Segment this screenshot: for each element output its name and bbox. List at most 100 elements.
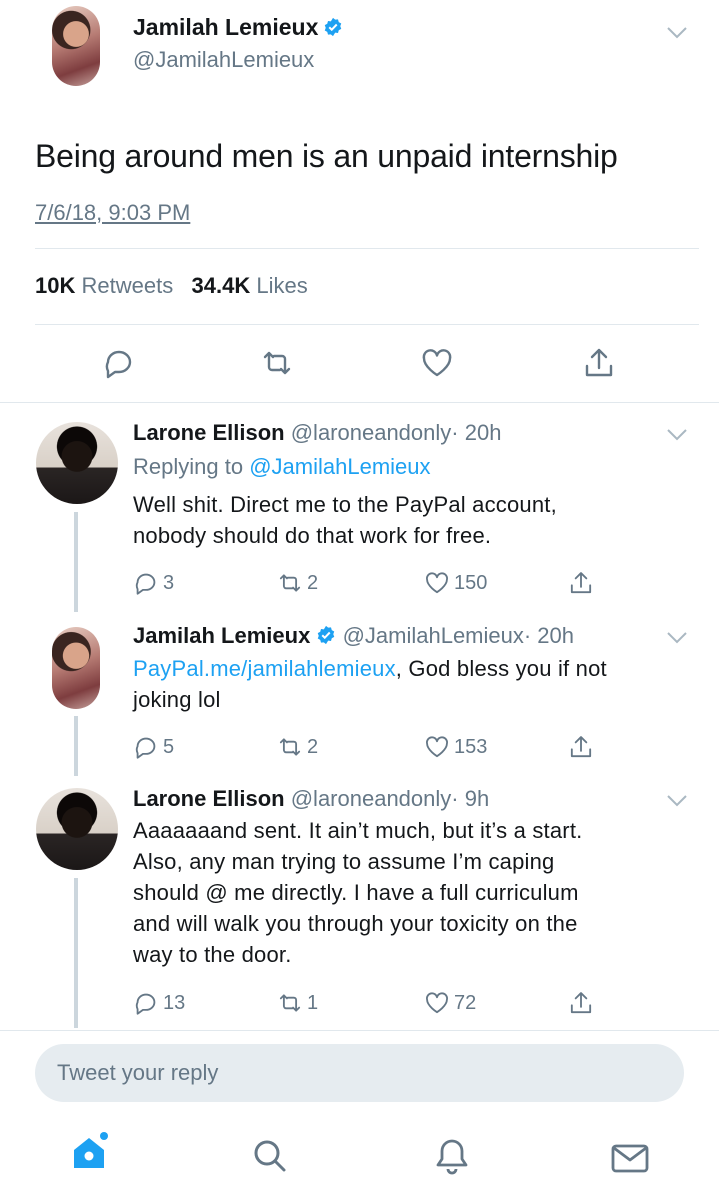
reply-text-line: nobody should do that work for free. [133, 523, 492, 548]
reply-author-avatar[interactable] [52, 627, 100, 709]
retweet-button[interactable]: 2 [277, 570, 318, 596]
reply-icon [135, 737, 156, 759]
retweet-button[interactable]: 1 [277, 990, 318, 1016]
replying-to: Replying to @JamilahLemieux [133, 454, 431, 480]
retweet-icon[interactable] [260, 346, 294, 380]
like-button[interactable]: 150 [424, 570, 487, 596]
chevron-down-icon[interactable] [666, 26, 688, 40]
like-icon[interactable] [420, 346, 454, 380]
home-icon[interactable] [70, 1132, 110, 1172]
share-icon [570, 992, 592, 1014]
reply-header: Larone Ellison @laroneandonly· 20h [133, 420, 501, 446]
reply-text-line: should @ me directly. I have a full curr… [133, 880, 579, 905]
reply-text: Well shit. Direct me to the PayPal accou… [133, 489, 693, 551]
reply-placeholder: Tweet your reply [57, 1060, 219, 1085]
likes-label: Likes [256, 273, 308, 298]
tweet-reply-input[interactable]: Tweet your reply [35, 1044, 684, 1102]
reply-text-line: PayPal.me/jamilahlemieux, God bless you … [133, 653, 693, 684]
reply-text-line: way to the door. [133, 942, 292, 967]
tweet-text: Being around men is an unpaid internship [35, 138, 618, 174]
like-count: 153 [454, 735, 488, 758]
like-icon [426, 572, 448, 594]
retweets-label: Retweets [81, 273, 174, 298]
retweet-button[interactable]: 2 [277, 734, 318, 760]
likes-count: 34.4K [191, 273, 251, 298]
reply-button[interactable]: 5 [133, 734, 174, 760]
retweet-count: 2 [307, 735, 319, 758]
reply-icon [135, 573, 156, 595]
reply-author-handle[interactable]: @JamilahLemieux [343, 623, 524, 648]
reply-text: PayPal.me/jamilahlemieux, God bless you … [133, 653, 693, 715]
divider [35, 248, 699, 249]
thread-line [74, 716, 78, 776]
thread-line [74, 512, 78, 612]
reply-author-handle[interactable]: @laroneandonly [291, 420, 452, 445]
reply-icon[interactable] [102, 346, 136, 380]
retweet-icon [279, 994, 301, 1012]
like-button[interactable]: 153 [424, 734, 487, 760]
main-author-handle[interactable]: @JamilahLemieux [133, 47, 314, 73]
reply-text-line: Aaaaaaand sent. It ain’t much, but it’s … [133, 818, 583, 843]
share-button[interactable] [568, 570, 594, 596]
reply-author-handle[interactable]: @laroneandonly [291, 786, 452, 811]
reply-header: Jamilah Lemieux @JamilahLemieux· 20h [133, 623, 574, 649]
reply-text-line: Well shit. Direct me to the PayPal accou… [133, 492, 557, 517]
tweet-timestamp[interactable]: 7/6/18, 9:03 PM [35, 200, 190, 226]
reply-text-line: Also, any man trying to assume I’m capin… [133, 849, 555, 874]
notifications-icon[interactable] [432, 1136, 472, 1176]
replying-prefix: Replying to [133, 454, 244, 479]
like-count: 150 [454, 571, 488, 594]
thread-line [74, 878, 78, 1028]
author-avatar[interactable] [52, 6, 100, 86]
share-button[interactable] [568, 990, 594, 1016]
retweet-icon [279, 738, 301, 756]
reply-author-name[interactable]: Larone Ellison [133, 420, 285, 445]
verified-badge-icon [324, 17, 342, 37]
divider [35, 324, 699, 325]
search-icon[interactable] [250, 1136, 290, 1176]
reply-icon [135, 993, 156, 1015]
chevron-down-icon[interactable] [666, 428, 688, 442]
retweet-icon [279, 574, 301, 592]
reply-count: 13 [163, 991, 186, 1014]
reply-count: 3 [163, 571, 175, 594]
reply-button[interactable]: 3 [133, 570, 174, 596]
share-icon [570, 572, 592, 594]
main-author-row: Jamilah Lemieux [133, 14, 343, 41]
share-icon [570, 736, 592, 758]
like-button[interactable]: 72 [424, 990, 476, 1016]
reply-author-name[interactable]: Jamilah Lemieux [133, 623, 310, 648]
reply-author-avatar[interactable] [36, 788, 118, 870]
retweet-count: 2 [307, 571, 319, 594]
like-count: 72 [454, 991, 477, 1014]
chevron-down-icon[interactable] [666, 631, 688, 645]
retweets-count: 10K [35, 273, 76, 298]
paypal-link[interactable]: PayPal.me/jamilahlemieux [133, 656, 396, 681]
likes-stat[interactable]: 34.4K Likes [192, 273, 308, 298]
like-icon [426, 736, 448, 758]
reply-text-rest: , God bless you if not [395, 656, 607, 681]
chevron-down-icon[interactable] [666, 794, 688, 808]
reply-text: Aaaaaaand sent. It ain’t much, but it’s … [133, 815, 693, 970]
divider [0, 1030, 719, 1031]
share-icon[interactable] [582, 346, 616, 380]
messages-icon[interactable] [610, 1138, 650, 1178]
reply-time: · 20h [523, 623, 575, 648]
reply-text-line: and will walk you through your toxicity … [133, 911, 578, 936]
main-author-name[interactable]: Jamilah Lemieux [133, 14, 318, 40]
reply-author-name[interactable]: Larone Ellison [133, 786, 285, 811]
tweet-stats: 10K Retweets 34.4K Likes [35, 273, 308, 299]
divider [0, 402, 719, 403]
reply-time: · 9h [451, 786, 490, 811]
retweet-count: 1 [307, 991, 319, 1014]
share-button[interactable] [568, 734, 594, 760]
reply-count: 5 [163, 735, 175, 758]
retweets-stat[interactable]: 10K Retweets [35, 273, 173, 298]
verified-badge-icon [318, 625, 335, 645]
reply-author-avatar[interactable] [36, 422, 118, 504]
like-icon [426, 992, 448, 1014]
reply-text-line: joking lol [133, 687, 221, 712]
reply-time: · 20h [451, 420, 502, 445]
replying-to-handle[interactable]: @JamilahLemieux [249, 454, 430, 479]
reply-button[interactable]: 13 [133, 990, 185, 1016]
